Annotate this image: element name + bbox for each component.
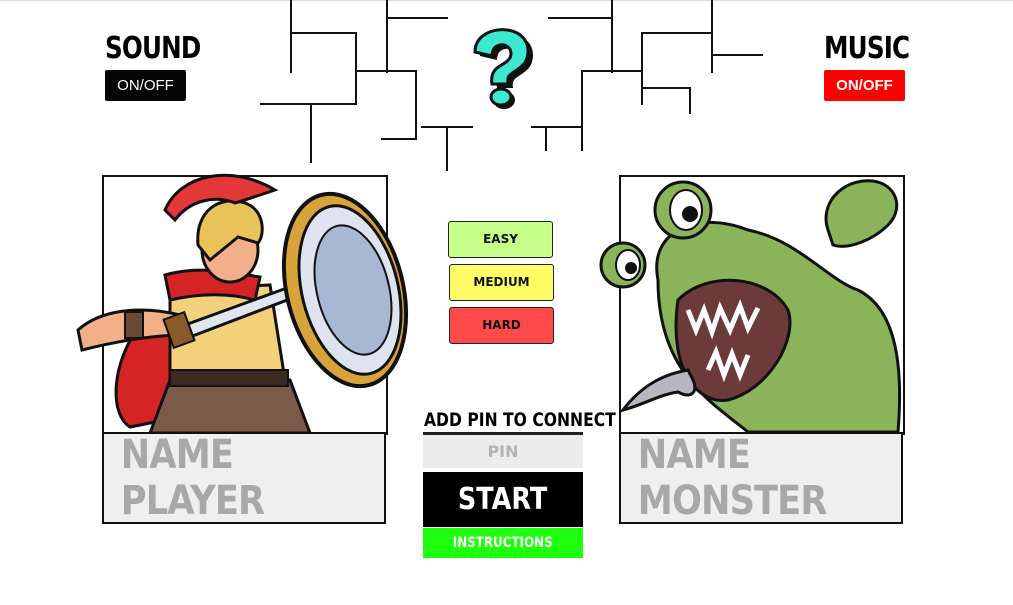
monster-name-input[interactable]: NAME MONSTER xyxy=(619,432,903,524)
pin-input[interactable] xyxy=(423,432,583,468)
music-title: MUSIC xyxy=(824,31,910,66)
music-toggle-button[interactable]: ON/OFF xyxy=(824,70,905,101)
easy-difficulty-button[interactable]: EASY xyxy=(448,221,553,258)
sound-toggle-button[interactable]: ON/OFF xyxy=(105,70,186,101)
warrior-character-image xyxy=(76,173,409,435)
instructions-button-label: INSTRUCTIONS xyxy=(453,535,553,551)
medium-difficulty-button[interactable]: MEDIUM xyxy=(449,264,554,301)
start-button-label: START xyxy=(458,482,548,517)
instructions-button[interactable]: INSTRUCTIONS xyxy=(423,528,583,558)
add-pin-label: ADD PIN TO CONNECT xyxy=(424,409,616,431)
monster-character-image xyxy=(599,179,902,434)
player-name-input[interactable]: NAME PLAYER xyxy=(102,432,386,524)
question-mark-logo xyxy=(473,28,534,109)
player-name-placeholder: NAME PLAYER xyxy=(120,432,265,524)
sound-title: SOUND xyxy=(105,31,201,66)
start-button[interactable]: START xyxy=(423,472,583,527)
hard-difficulty-button[interactable]: HARD xyxy=(449,307,554,344)
monster-name-placeholder: NAME MONSTER xyxy=(637,432,828,524)
